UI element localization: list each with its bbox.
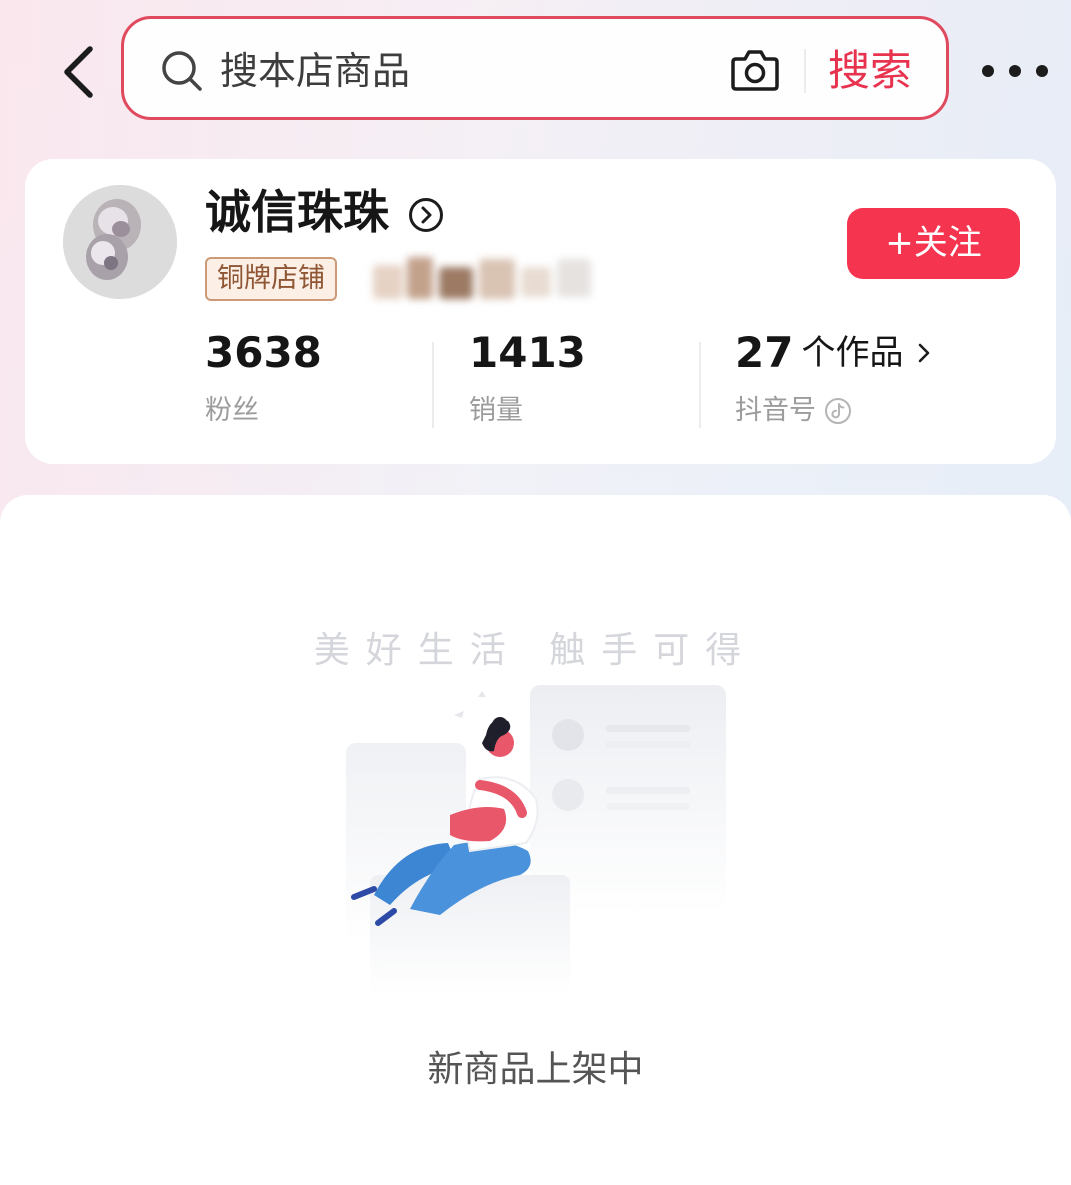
shop-info-card: 诚信珠珠 铜牌店铺 +关注 3638 粉丝 1413 销量 27 个作品 抖音号 xyxy=(25,159,1056,464)
pearl-image xyxy=(63,185,177,299)
stat-works-unit: 个作品 xyxy=(801,333,904,373)
more-icon xyxy=(982,65,994,77)
search-input[interactable] xyxy=(220,43,700,99)
stat-fans-label: 粉丝 xyxy=(205,395,259,426)
back-button[interactable] xyxy=(52,42,106,102)
search-divider xyxy=(804,49,806,93)
stat-works[interactable]: 27 个作品 抖音号 xyxy=(735,325,931,431)
stat-sales-value: 1413 xyxy=(469,328,586,377)
stat-sales[interactable]: 1413 销量 xyxy=(469,325,586,431)
stat-works-value: 27 个作品 xyxy=(735,325,931,381)
empty-state-message: 新商品上架中 xyxy=(427,1049,644,1090)
search-icon xyxy=(162,51,202,91)
shop-avatar[interactable] xyxy=(63,185,177,299)
stat-douyin-label: 抖音号 xyxy=(735,391,931,431)
shop-tier-badge: 铜牌店铺 xyxy=(205,257,337,301)
shop-name[interactable]: 诚信珠珠 xyxy=(205,183,389,241)
chevron-right-circle-icon[interactable] xyxy=(408,197,444,233)
tiktok-icon xyxy=(825,398,851,424)
blurred-info xyxy=(367,253,607,303)
stat-sales-label: 销量 xyxy=(469,395,523,426)
stat-divider xyxy=(432,342,434,428)
follow-button[interactable]: +关注 xyxy=(847,208,1020,279)
chevron-right-icon xyxy=(919,343,930,363)
camera-icon[interactable] xyxy=(730,47,780,93)
more-button[interactable] xyxy=(982,56,1048,86)
product-list-panel: 美好生活 触手可得 新商品上架中 xyxy=(0,495,1071,1185)
stat-divider xyxy=(699,342,701,428)
stat-fans-value: 3638 xyxy=(205,328,322,377)
back-arrow-icon xyxy=(64,46,93,98)
search-bar[interactable]: 搜索 xyxy=(121,16,949,120)
stat-douyin-text: 抖音号 xyxy=(735,395,816,426)
slogan-text: 美好生活 触手可得 xyxy=(313,630,758,671)
search-button[interactable]: 搜索 xyxy=(828,39,912,103)
empty-state-illustration xyxy=(346,685,726,995)
stat-works-count: 27 xyxy=(735,328,794,377)
stat-fans[interactable]: 3638 粉丝 xyxy=(205,325,322,431)
